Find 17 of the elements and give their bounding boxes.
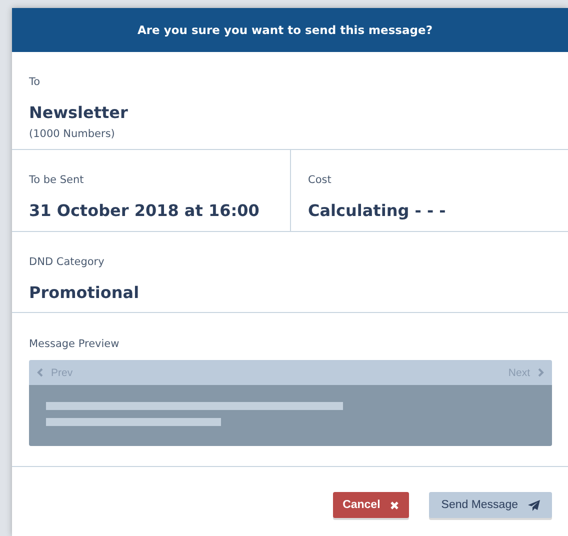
field-label: To be Sent <box>29 174 84 186</box>
field-label: DND Category <box>29 256 104 268</box>
cancel-button[interactable]: Cancel <box>332 492 410 518</box>
field-label: To <box>29 76 40 88</box>
paper-plane-icon <box>528 500 540 510</box>
close-icon <box>390 500 400 510</box>
send-button[interactable]: Send Message <box>429 492 552 518</box>
preview-label: Message Preview <box>29 338 120 350</box>
chevron-left-icon <box>37 368 43 377</box>
field-value: 31 October 2018 at 16:00 <box>29 201 260 220</box>
field-label: Cost <box>308 174 332 186</box>
chevron-right-icon <box>538 368 544 377</box>
field-value: Calculating - - - <box>308 201 446 220</box>
field-note: (1000 Numbers) <box>29 128 115 140</box>
dialog-title: Are you sure you want to send this message? <box>137 23 432 37</box>
field-value: Newsletter <box>29 103 128 122</box>
field-value: Promotional <box>29 283 140 302</box>
